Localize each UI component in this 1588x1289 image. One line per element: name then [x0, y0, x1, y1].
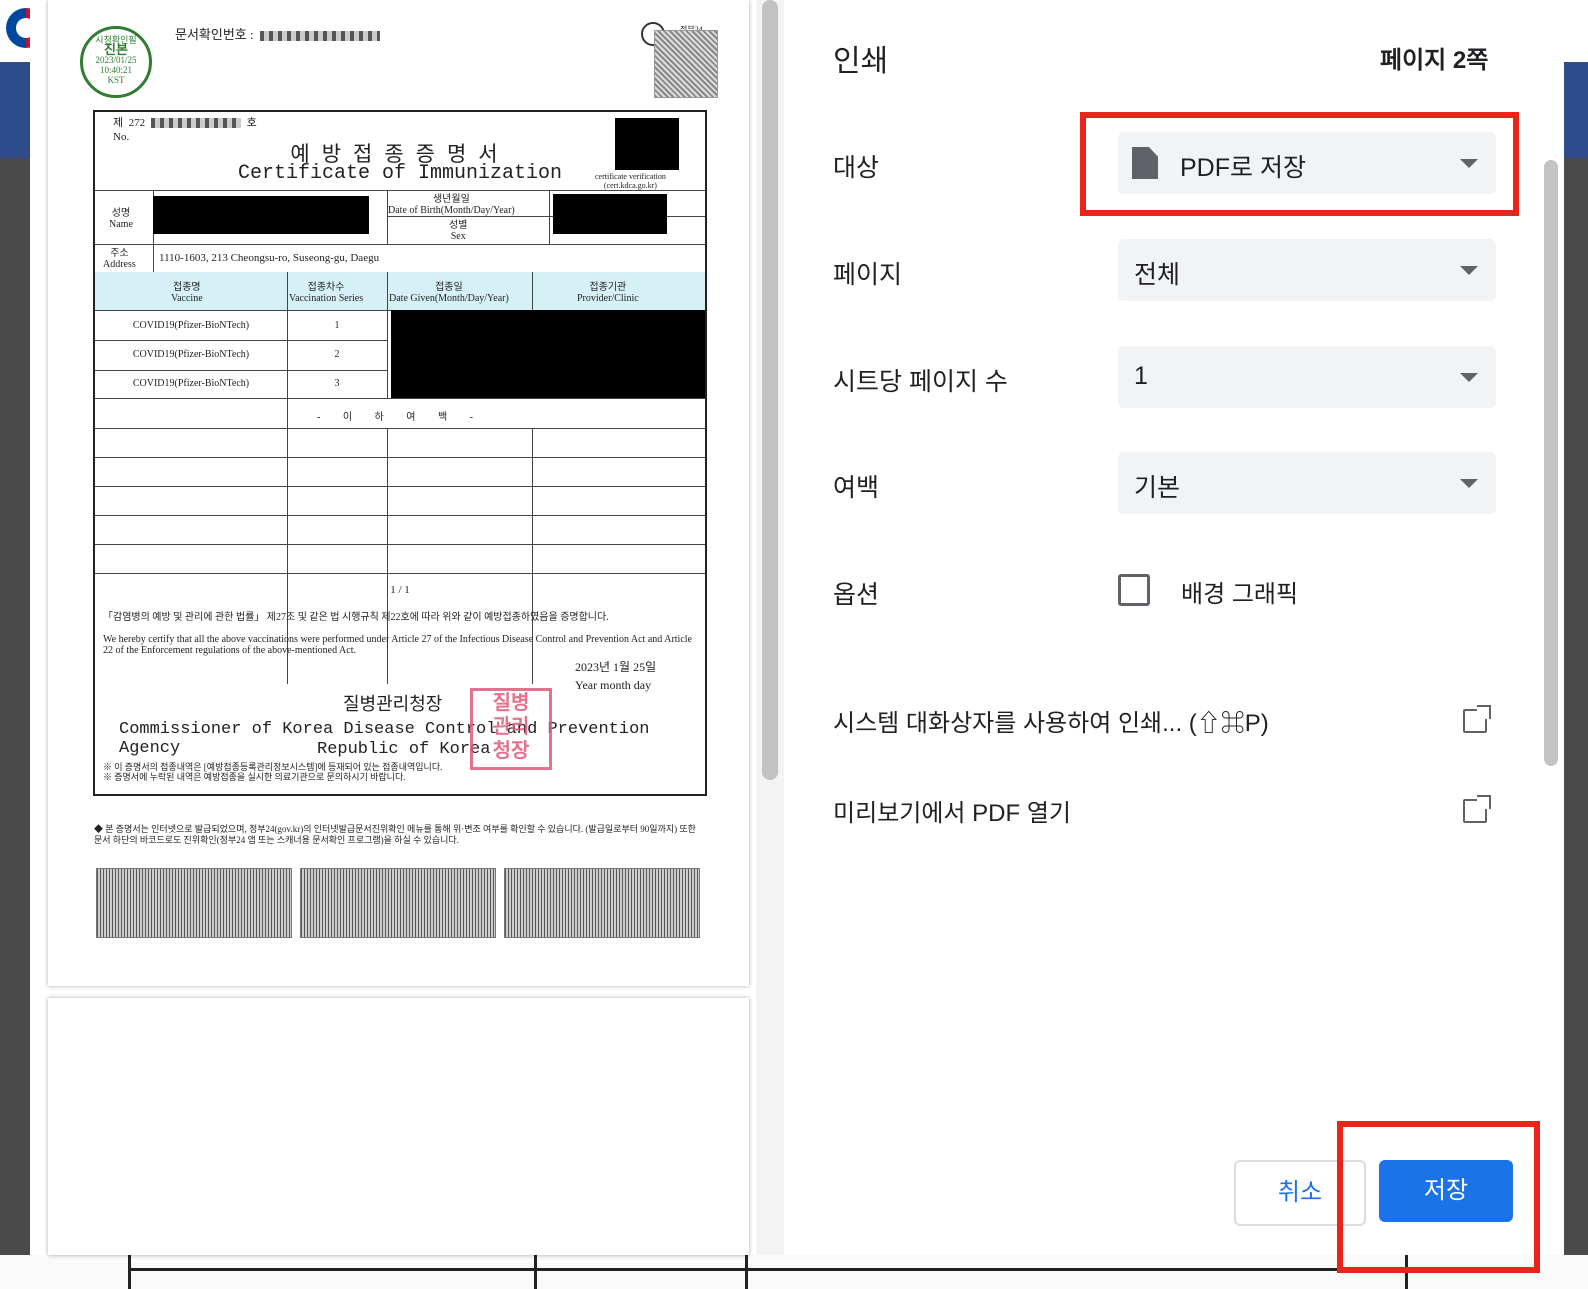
background-table-divider	[745, 1255, 748, 1289]
authenticity-seal: 시청확인필 진본 2023/01/25 10:40:21 KST	[80, 26, 152, 98]
destination-highlight-box	[1080, 112, 1519, 216]
chevron-down-icon	[1460, 266, 1478, 275]
vaccine-row-2: COVID19(Pfizer-BioNTech)	[132, 349, 250, 360]
address-label: 주소 Address	[103, 248, 136, 270]
preview-page-1[interactable]: 시청확인필 진본 2023/01/25 10:40:21 KST 문서확인번호 …	[48, 0, 749, 986]
series-row-2: 2	[334, 349, 340, 360]
page-count: 페이지 2쪽	[1380, 47, 1489, 74]
series-row-3: 3	[334, 378, 340, 389]
qr-code	[654, 30, 718, 98]
background-graphics-label[interactable]: 배경 그래픽	[1181, 574, 1298, 609]
footer-note: ◆ 본 증명서는 인터넷으로 발급되었으며, 정부24(gov.kr)의 인터넷…	[94, 824, 696, 845]
legal-text-ko: 「감염병의 예방 및 관리에 관한 법률」 제27조 및 같은 법 시행규칙 제…	[103, 612, 609, 623]
open-external-icon[interactable]	[1463, 705, 1491, 733]
redacted-dob-sex	[553, 194, 667, 234]
open-pdf-in-preview-link[interactable]: 미리보기에서 PDF 열기	[833, 793, 1071, 828]
chevron-down-icon	[1460, 373, 1478, 382]
name-label: 성명 Name	[109, 208, 133, 230]
legal-text-en: We hereby certify that all the above vac…	[103, 634, 692, 656]
pages-per-sheet-value: 1	[1134, 362, 1148, 390]
col-date: 접종일 Date Given(Month/Day/Year)	[389, 282, 509, 304]
certificate-frame: 제 272 호 No. 예방접종증명서 Certificate of Immun…	[93, 110, 707, 796]
issue-date-en: Year month day	[575, 678, 652, 692]
blurred-document-number	[259, 31, 380, 42]
background-table-line	[128, 1268, 1408, 1271]
redacted-dates-providers	[391, 310, 705, 398]
document-number: 문서확인번호 :	[175, 24, 380, 43]
background-table-divider	[128, 1255, 131, 1289]
pages-per-sheet-select[interactable]: 1	[1118, 346, 1496, 408]
redacted-name	[153, 196, 369, 234]
note-2: ※ 증명서에 누락된 내역은 예방접종을 실시한 의료기관으로 문의하시기 바랍…	[103, 772, 406, 782]
pages-value: 전체	[1134, 261, 1181, 289]
pages-label: 페이지	[833, 261, 903, 289]
open-external-icon[interactable]	[1463, 795, 1491, 823]
vaccine-row-3: COVID19(Pfizer-BioNTech)	[132, 378, 250, 389]
barcode	[96, 868, 292, 938]
col-provider: 접종기관 Provider/Clinic	[577, 282, 639, 304]
preview-page-2[interactable]	[48, 998, 749, 1255]
destination-label: 대상	[833, 154, 880, 182]
dob-label: 생년월일 Date of Birth(Month/Day/Year)	[388, 194, 515, 216]
vaccine-row-1: COVID19(Pfizer-BioNTech)	[132, 320, 250, 331]
pages-per-sheet-label: 시트당 페이지 수	[833, 368, 1008, 396]
cert-no-label: 제 272 호	[113, 117, 257, 129]
redacted-qr	[615, 118, 679, 170]
margins-select[interactable]: 기본	[1118, 452, 1496, 514]
background-table-divider	[534, 1255, 537, 1289]
barcode	[504, 868, 700, 938]
issue-date: 2023년 1월 25일	[575, 660, 657, 674]
official-stamp: 질병 관리 청장	[470, 688, 552, 770]
save-highlight-box	[1337, 1121, 1540, 1273]
page-indicator: 1 / 1	[390, 584, 410, 596]
pages-select[interactable]: 전체	[1118, 239, 1496, 301]
sex-label: 성별 Sex	[449, 220, 468, 242]
col-vaccine: 접종명 Vaccine	[171, 282, 203, 304]
blank-marker: - 이 하 여 백 -	[317, 412, 483, 423]
preview-scrollbar[interactable]	[762, 0, 778, 780]
settings-scrollbar[interactable]	[1544, 160, 1558, 766]
options-label: 옵션	[833, 581, 880, 609]
issuer-country: Republic of Korea	[317, 740, 491, 759]
margins-value: 기본	[1134, 474, 1181, 502]
issuer-ko: 질병관리청장	[343, 694, 443, 714]
col-series: 접종차수 Vaccination Series	[289, 282, 364, 304]
barcode	[300, 868, 496, 938]
series-row-1: 1	[334, 320, 340, 331]
chevron-down-icon	[1460, 479, 1478, 488]
background-graphics-checkbox[interactable]	[1118, 574, 1150, 606]
system-dialog-link[interactable]: 시스템 대화상자를 사용하여 인쇄... (⇧⌘P)	[833, 703, 1269, 738]
margins-label: 여백	[833, 474, 880, 502]
dialog-title: 인쇄	[833, 45, 889, 78]
cert-verification-label: certificate verification (cert.kdca.go.kr…	[595, 172, 666, 190]
address-value: 1110-1603, 213 Cheongsu-ro, Suseong-gu, …	[159, 252, 380, 264]
